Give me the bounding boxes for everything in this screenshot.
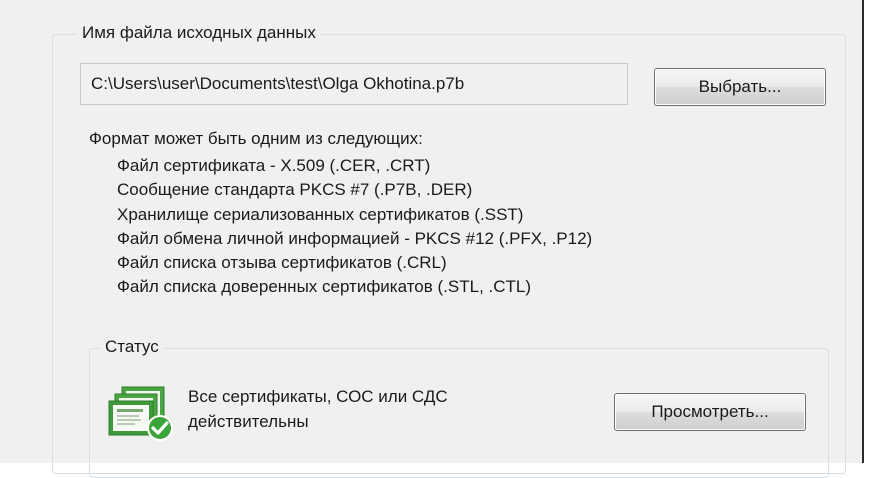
format-item-ctl: Файл списка доверенных сертификатов (.ST… [117,277,532,297]
status-message: Все сертификаты, СОС или СДС действитель… [188,384,548,434]
format-item-pkcs7: Сообщение стандарта PKCS #7 (.P7B, .DER) [117,180,473,200]
source-file-path-field[interactable]: C:\Users\user\Documents\test\Olga Okhoti… [80,63,628,105]
source-file-group-title: Имя файла исходных данных [77,23,321,43]
format-item-x509: Файл сертификата - X.509 (.CER, .CRT) [117,156,431,175]
view-certificates-button[interactable]: Просмотреть... [614,393,806,431]
status-group-title: Статус [100,337,164,357]
certificates-valid-icon [108,386,173,441]
browse-button[interactable]: Выбрать... [654,68,826,106]
dialog-window: Имя файла исходных данных C:\Users\user\… [0,0,864,478]
format-item-pkcs12: Файл обмена личной информацией - PKCS #1… [117,228,593,248]
status-message-line2: действительны [188,412,309,431]
formats-list: Файл сертификата - X.509 (.CER, .CRT) Со… [117,154,592,300]
status-message-line1: Все сертификаты, СОС или СДС [188,387,448,406]
format-item-crl: Файл списка отзыва сертификатов (.CRL) [117,253,447,273]
formats-heading: Формат может быть одним из следующих: [89,129,423,148]
format-item-sst: Хранилище сериализованных сертификатов (… [117,204,524,224]
